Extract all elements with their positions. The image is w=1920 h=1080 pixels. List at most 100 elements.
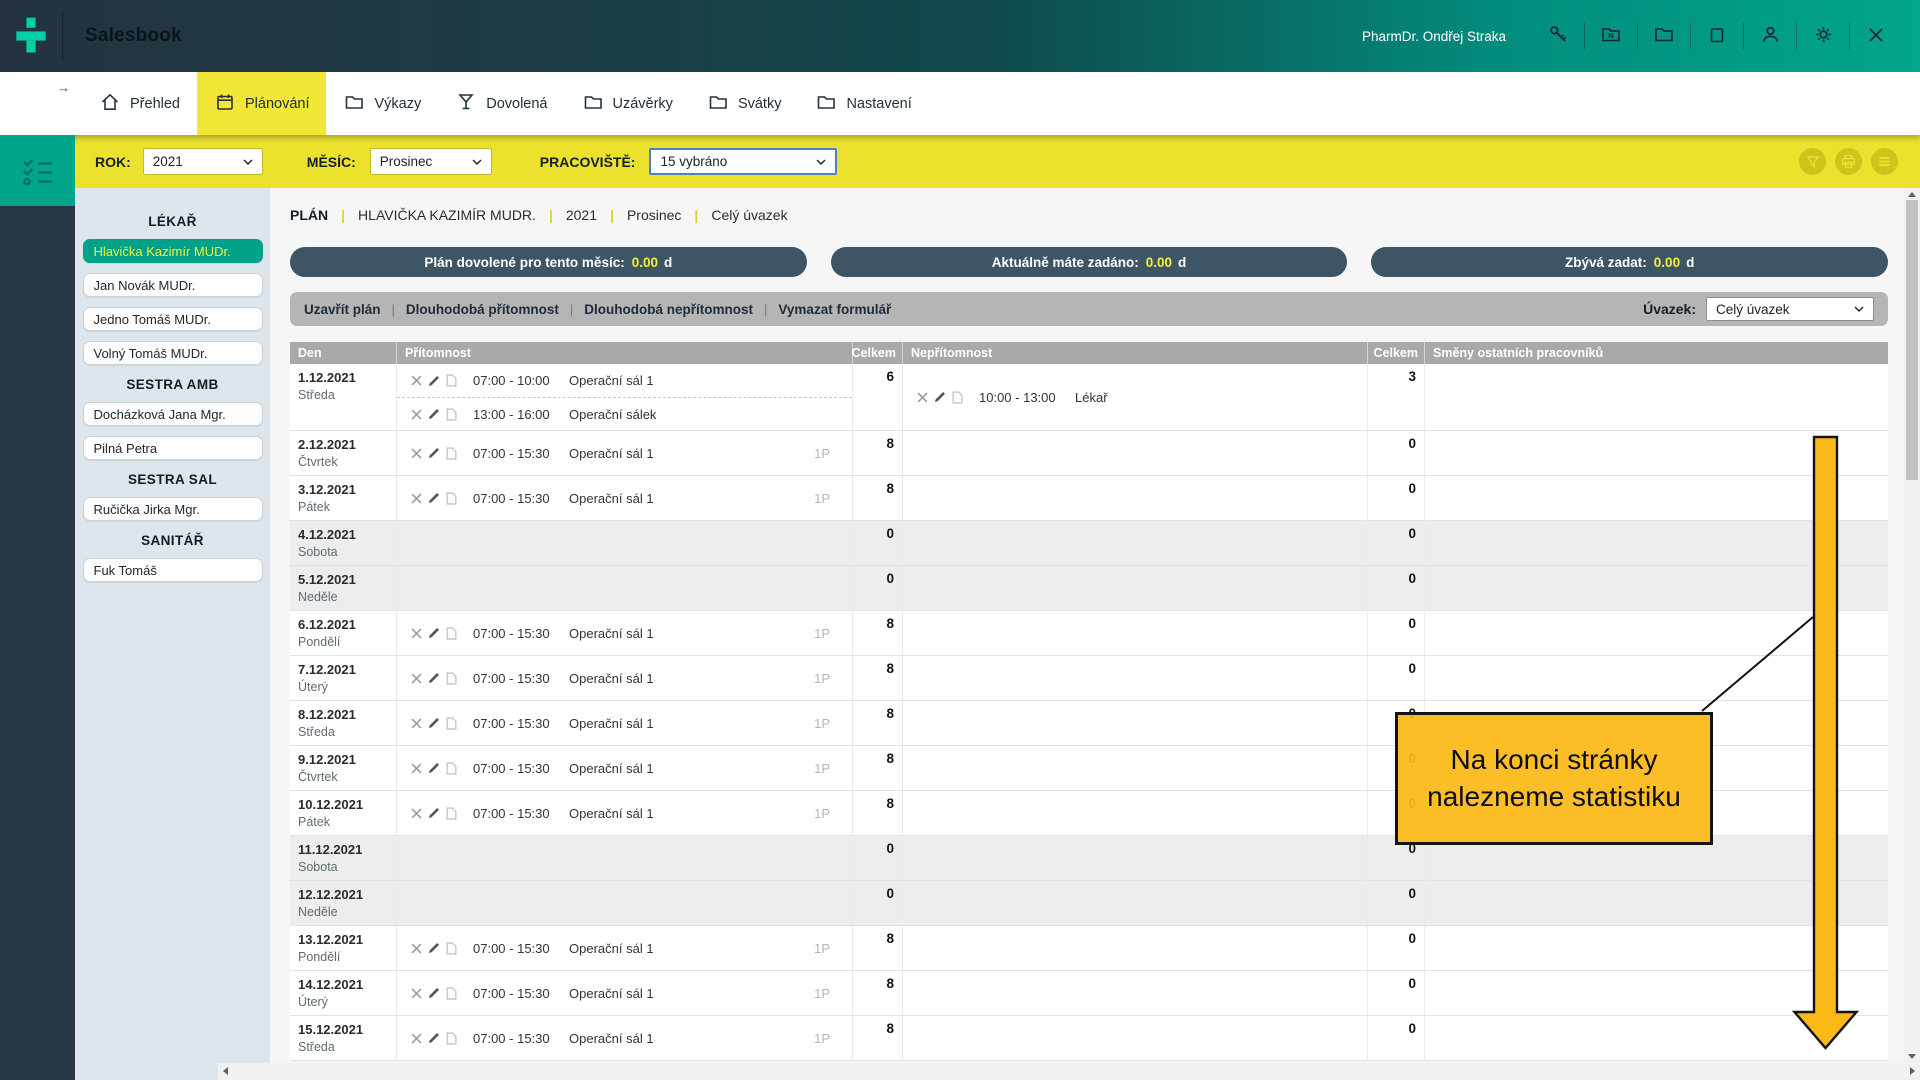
uvazek-select[interactable]: Celý úvazek <box>1706 297 1874 321</box>
delete-entry-button[interactable] <box>411 763 422 774</box>
absence-cell[interactable] <box>903 971 1368 1015</box>
presence-cell[interactable]: 07:00 - 15:30 Operační sál 1 1P <box>397 611 853 655</box>
note-entry-button[interactable] <box>446 762 457 775</box>
delete-entry-button[interactable] <box>411 1033 422 1044</box>
scroll-right-icon[interactable] <box>1910 1067 1915 1075</box>
scroll-left-icon[interactable] <box>223 1067 228 1075</box>
note-entry-button[interactable] <box>446 374 457 387</box>
absence-cell[interactable]: 10:00 - 13:00 Lékař <box>903 364 1368 430</box>
edit-entry-button[interactable] <box>428 1032 440 1044</box>
tab-5[interactable]: Svátky <box>690 72 799 135</box>
presence-cell[interactable]: 07:00 - 10:00 Operační sál 1 13:00 - 16:… <box>397 364 853 430</box>
delete-entry-button[interactable] <box>411 988 422 999</box>
note-entry-button[interactable] <box>446 1032 457 1045</box>
absence-cell[interactable] <box>903 1016 1368 1060</box>
edit-entry-button[interactable] <box>428 627 440 639</box>
presence-cell[interactable] <box>397 881 853 925</box>
toolbar-action[interactable]: Uzavřít plán <box>304 302 381 317</box>
tab-6[interactable]: Nastavení <box>798 72 928 135</box>
other-shifts-cell[interactable] <box>1425 476 1888 520</box>
edit-entry-button[interactable] <box>428 375 440 387</box>
note-entry-button[interactable] <box>446 807 457 820</box>
scroll-up-icon[interactable] <box>1908 192 1916 197</box>
scroll-down-icon[interactable] <box>1908 1054 1916 1059</box>
other-shifts-cell[interactable] <box>1425 1016 1888 1060</box>
edit-entry-button[interactable] <box>428 807 440 819</box>
other-shifts-cell[interactable] <box>1425 611 1888 655</box>
note-entry-button[interactable] <box>446 717 457 730</box>
print-button[interactable] <box>1835 148 1862 175</box>
staff-item[interactable]: Hlavička Kazimír MUDr. <box>83 239 263 263</box>
absence-cell[interactable] <box>903 566 1368 610</box>
note-entry-button[interactable] <box>446 672 457 685</box>
edit-entry-button[interactable] <box>428 672 440 684</box>
vertical-scrollbar[interactable] <box>1904 188 1920 1063</box>
edit-entry-button[interactable] <box>428 987 440 999</box>
stop-button[interactable] <box>1691 0 1743 72</box>
delete-entry-button[interactable] <box>411 628 422 639</box>
absence-cell[interactable] <box>903 656 1368 700</box>
staff-item[interactable]: Volný Tomáš MUDr. <box>83 341 263 365</box>
delete-entry-button[interactable] <box>411 409 422 420</box>
key-button[interactable] <box>1532 0 1584 72</box>
edit-entry-button[interactable] <box>934 391 946 403</box>
delete-entry-button[interactable] <box>917 392 928 403</box>
edit-entry-button[interactable] <box>428 408 440 420</box>
note-entry-button[interactable] <box>446 492 457 505</box>
folder-button[interactable] <box>1638 0 1690 72</box>
tab-3[interactable]: Dovolená <box>438 72 564 135</box>
presence-cell[interactable]: 07:00 - 15:30 Operační sál 1 1P <box>397 926 853 970</box>
other-shifts-cell[interactable] <box>1425 566 1888 610</box>
delete-entry-button[interactable] <box>411 493 422 504</box>
note-entry-button[interactable] <box>446 627 457 640</box>
presence-cell[interactable]: 07:00 - 15:30 Operační sál 1 1P <box>397 791 853 835</box>
other-shifts-cell[interactable] <box>1425 364 1888 430</box>
delete-entry-button[interactable] <box>411 448 422 459</box>
delete-entry-button[interactable] <box>411 375 422 386</box>
presence-cell[interactable]: 07:00 - 15:30 Operační sál 1 1P <box>397 971 853 1015</box>
presence-cell[interactable]: 07:00 - 15:30 Operační sál 1 1P <box>397 476 853 520</box>
absence-cell[interactable] <box>903 701 1368 745</box>
tab-0[interactable]: Přehled <box>82 72 197 135</box>
other-shifts-cell[interactable] <box>1425 971 1888 1015</box>
year-select[interactable]: 2021 <box>143 148 263 175</box>
other-shifts-cell[interactable] <box>1425 881 1888 925</box>
delete-entry-button[interactable] <box>411 943 422 954</box>
note-entry-button[interactable] <box>446 987 457 1000</box>
staff-item[interactable]: Fuk Tomáš <box>83 558 263 582</box>
absence-cell[interactable] <box>903 926 1368 970</box>
menu-button[interactable] <box>1871 148 1898 175</box>
toolbar-action[interactable]: Dlouhodobá nepřítomnost <box>584 302 753 317</box>
presence-cell[interactable]: 07:00 - 15:30 Operační sál 1 1P <box>397 431 853 475</box>
absence-cell[interactable] <box>903 611 1368 655</box>
other-shifts-cell[interactable] <box>1425 656 1888 700</box>
absence-cell[interactable] <box>903 521 1368 565</box>
absence-cell[interactable] <box>903 836 1368 880</box>
presence-cell[interactable]: 07:00 - 15:30 Operační sál 1 1P <box>397 746 853 790</box>
tab-4[interactable]: Uzávěrky <box>565 72 690 135</box>
presence-cell[interactable]: 07:00 - 15:30 Operační sál 1 1P <box>397 1016 853 1060</box>
presence-cell[interactable] <box>397 521 853 565</box>
tab-1[interactable]: Plánování <box>197 72 327 135</box>
edit-entry-button[interactable] <box>428 717 440 729</box>
note-entry-button[interactable] <box>446 447 457 460</box>
other-shifts-cell[interactable] <box>1425 431 1888 475</box>
staff-item[interactable]: Pilná Petra <box>83 436 263 460</box>
tab-2[interactable]: Výkazy <box>326 72 438 135</box>
presence-cell[interactable]: 07:00 - 15:30 Operační sál 1 1P <box>397 656 853 700</box>
forward-arrow-icon[interactable]: → <box>57 80 70 95</box>
edit-entry-button[interactable] <box>428 942 440 954</box>
note-entry-button[interactable] <box>446 408 457 421</box>
presence-cell[interactable]: 07:00 - 15:30 Operační sál 1 1P <box>397 701 853 745</box>
folder-n-button[interactable]: N <box>1585 0 1637 72</box>
other-shifts-cell[interactable] <box>1425 521 1888 565</box>
month-select[interactable]: Prosinec <box>370 148 492 175</box>
edit-entry-button[interactable] <box>428 447 440 459</box>
delete-entry-button[interactable] <box>411 673 422 684</box>
delete-entry-button[interactable] <box>411 808 422 819</box>
staff-item[interactable]: Jan Novák MUDr. <box>83 273 263 297</box>
other-shifts-cell[interactable] <box>1425 926 1888 970</box>
vertical-scrollbar-thumb[interactable] <box>1906 200 1918 480</box>
staff-item[interactable]: Docházková Jana Mgr. <box>83 402 263 426</box>
staff-item[interactable]: Jedno Tomáš MUDr. <box>83 307 263 331</box>
